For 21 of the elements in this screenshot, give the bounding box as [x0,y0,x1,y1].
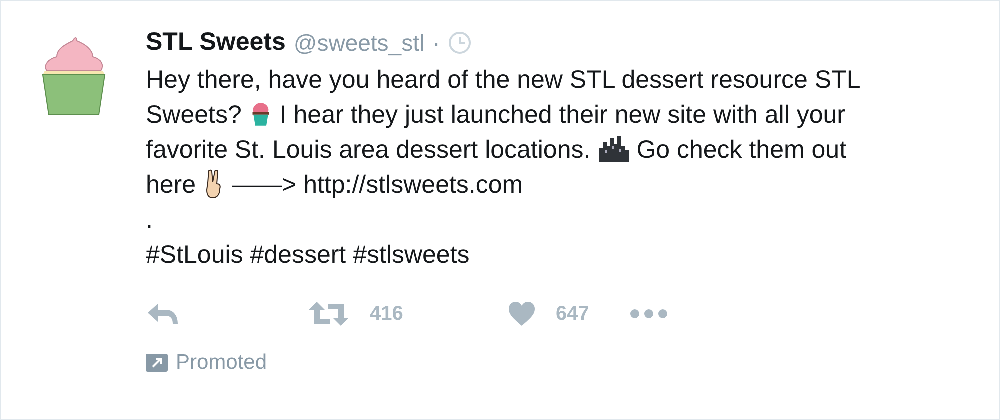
reply-icon[interactable] [146,302,180,326]
separator-dot: · [432,28,440,58]
promoted-label: Promoted [176,350,268,376]
tweet-text: . [146,206,153,234]
account-name[interactable]: STL Sweets [146,24,286,62]
promoted-icon [146,354,168,372]
like-count: 647 [556,302,590,327]
retweet-count: 416 [370,302,404,327]
tweet-text: Hey there, have you heard of the new STL dessert resource STL [146,66,861,94]
tweet-text: here [146,171,196,199]
tweet-text: ——> http://stlsweets.com [232,171,524,199]
city-icon [598,134,629,162]
tweet-text: favorite St. Louis area dessert locations. [146,136,591,164]
tweet-text: #StLouis #dessert #stlsweets [146,241,470,269]
retweet-icon[interactable] [308,300,350,328]
more-icon[interactable] [630,309,668,319]
heart-icon[interactable] [508,301,536,327]
tweet-text: Go check them out [636,136,847,164]
tweet-text: Sweets? [146,101,242,129]
tweet-text: I hear they just launched their new site with all your [280,101,846,129]
clock-icon[interactable] [448,31,472,55]
